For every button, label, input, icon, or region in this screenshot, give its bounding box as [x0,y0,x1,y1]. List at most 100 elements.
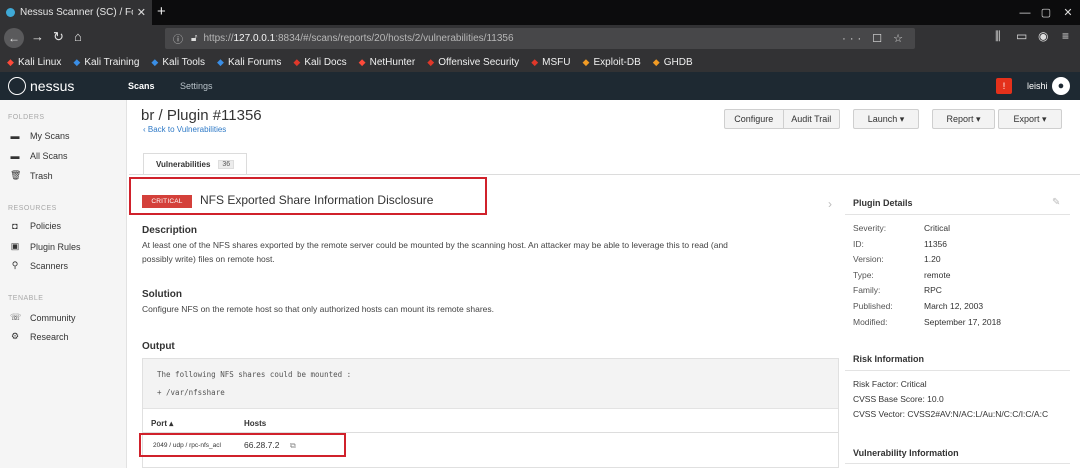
offsec-icon: ◆ [427,56,435,67]
sidebar-item-scanners[interactable]: ⚲ Scanners [10,260,68,271]
folder-icon: ▬ [10,151,20,161]
bookmark-kali-linux[interactable]: ◆ Kali Linux [6,57,61,68]
app-header: nessus Scans Settings ! leishi ● [0,72,1080,100]
sidebar-item-plugin-rules[interactable]: ▣ Plugin Rules [10,241,81,252]
detail-value: Critical [924,223,950,233]
forward-arrow-icon[interactable]: → [31,29,44,44]
tab-vulnerabilities[interactable]: Vulnerabilities 36 [143,153,247,174]
kali-docs-icon: ◆ [293,56,301,67]
insecure-lock-icon[interactable]: 🔓︎ [191,33,197,44]
output-code-block: The following NFS shares could be mounte… [143,359,838,409]
description-heading: Description [142,225,198,236]
launch-button[interactable]: Launch ▾ [853,109,919,129]
tab-label: Vulnerabilities [156,159,211,169]
browser-tab-title: Nessus Scanner (SC) / Fo [20,7,133,18]
configure-audit-group: Configure Audit Trail [724,109,840,129]
sidebar-item-community[interactable]: ☏ Community [10,312,76,323]
vulnerability-count-badge: 36 [218,159,235,169]
sidebar-item-trash[interactable]: 🗑︎ Trash [10,170,53,181]
exploitdb-icon: ◆ [652,56,660,67]
detail-label: Version: [853,254,884,265]
bookmark-label: Kali Docs [304,56,347,68]
detail-label: Severity: [853,223,887,233]
sidebar-item-policies[interactable]: ◘ Policies [10,221,61,231]
home-icon[interactable]: ⌂ [74,29,82,44]
edit-pencil-icon[interactable]: ✎ [1052,197,1060,208]
detail-label: Family: [853,285,881,296]
output-heading: Output [142,341,175,352]
close-tab-icon[interactable]: ✕ [137,6,146,19]
policy-icon: ◘ [12,221,18,231]
description-line: possibly write) files on remote host. [142,254,275,264]
bookmark-nethunter[interactable]: ◆ NetHunter [358,57,416,68]
new-tab-button[interactable]: + [157,3,166,20]
sidebar-toggle-icon[interactable]: ▭ [1016,29,1027,43]
sidebar-item-all-scans[interactable]: ▬ All Scans [10,151,68,161]
page-actions-icon[interactable]: ··· ☐ ☆ [842,32,907,45]
column-header-port[interactable]: Port ▴ [151,419,173,428]
library-icon[interactable]: ⫼ [995,29,1001,44]
cvss-base-score: CVSS Base Score: 10.0 [853,394,944,404]
bookmark-kali-training[interactable]: ◆ Kali Training [72,57,139,68]
export-button[interactable]: Export ▾ [998,109,1062,129]
bookmark-msfu[interactable]: ◆ MSFU [530,57,570,68]
bookmark-ghdb[interactable]: ◆ GHDB [652,57,693,68]
cvss-vector: CVSS Vector: CVSS2#AV:N/AC:L/Au:N/C:C/I:… [853,409,1049,419]
chevron-right-icon[interactable]: › [828,197,832,211]
solution-heading: Solution [142,289,182,300]
sidebar-group-tenable: TENABLE [8,295,44,302]
configure-button[interactable]: Configure [725,110,783,128]
scanner-icon: ⚲ [11,260,19,270]
nav-settings[interactable]: Settings [180,81,213,91]
detail-value: September 17, 2018 [924,316,1002,327]
nessus-logo[interactable]: nessus [8,77,74,95]
plugin-rules-icon: ▣ [10,241,20,251]
sidebar: FOLDERS ▬ My Scans ▬ All Scans 🗑︎ Trash RES… [0,100,127,468]
output-line: The following NFS shares could be mounte… [157,370,352,379]
avatar[interactable]: ● [1052,77,1070,95]
bookmark-kali-forums[interactable]: ◆ Kali Forums [216,57,281,68]
back-to-vulnerabilities-link[interactable]: ‹ Back to Vulnerabilities [143,125,226,134]
browser-tab[interactable]: Nessus Scanner (SC) / Fo ✕ [0,0,152,25]
address-bar[interactable]: ⓘ 🔓︎ https://127.0.0.1:8834/#/scans/repo… [165,28,915,49]
bookmark-label: GHDB [663,56,693,68]
bookmark-offensive-security[interactable]: ◆ Offensive Security [426,57,519,68]
bookmark-kali-tools[interactable]: ◆ Kali Tools [150,57,205,68]
sidebar-item-label: Research [30,331,69,342]
username[interactable]: leishi [1027,81,1048,91]
menu-icon[interactable]: ≡ [1062,29,1069,43]
browser-nav-bar: ← → ↻ ⌂ ⓘ 🔓︎ https://127.0.0.1:8834/#/sc… [0,25,1080,52]
bookmark-label: NetHunter [369,56,416,68]
sidebar-item-label: Community [30,312,76,323]
bookmark-label: Kali Forums [228,56,282,68]
vulnerability-information-heading: Vulnerability Information [853,448,959,458]
nessus-favicon-icon [6,8,15,17]
back-arrow-icon[interactable]: ← [4,28,24,48]
sidebar-item-label: All Scans [30,151,68,161]
highlight-box-port [139,433,346,457]
detail-label: Published: [853,301,893,311]
extension-icon[interactable]: ◉ [1038,29,1048,43]
kali-dragon-icon: ◆ [358,56,366,67]
site-info-icon[interactable]: ⓘ [173,31,183,46]
exploitdb-icon: ◆ [582,56,590,67]
description-line: At least one of the NFS shares exported … [142,240,728,250]
nav-scans[interactable]: Scans [128,81,155,91]
bookmark-kali-docs[interactable]: ◆ Kali Docs [292,57,346,68]
close-window-icon[interactable]: ✕ [1058,0,1078,25]
sidebar-item-research[interactable]: ⚙ Research [10,331,69,342]
minimize-icon[interactable]: — [1015,0,1035,25]
detail-label: Type: [853,269,874,280]
bookmark-label: MSFU [542,56,571,68]
report-button[interactable]: Report ▾ [932,109,995,129]
maximize-icon[interactable]: ▢ [1036,0,1056,25]
detail-value: RPC [924,285,942,296]
detail-label: Modified: [853,316,888,327]
bookmark-exploit-db[interactable]: ◆ Exploit-DB [582,57,641,68]
sidebar-item-my-scans[interactable]: ▬ My Scans [10,131,70,141]
trash-icon: 🗑︎ [10,170,22,180]
audit-trail-button[interactable]: Audit Trail [783,110,839,128]
sidebar-item-label: My Scans [30,131,70,141]
notification-bell-icon[interactable]: ! [996,78,1012,94]
reload-icon[interactable]: ↻ [53,29,64,45]
